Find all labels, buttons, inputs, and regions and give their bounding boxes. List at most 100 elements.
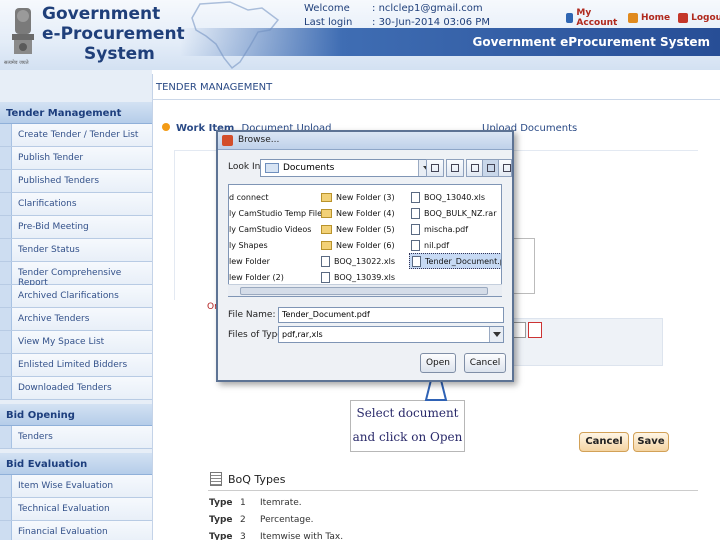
cancel-button[interactable]: Cancel — [579, 432, 629, 452]
chevron-down-icon[interactable] — [489, 327, 503, 342]
list-item[interactable]: BOQ_13040.xls — [409, 189, 501, 205]
boq-title-label: BoQ Types — [228, 472, 286, 486]
details-view-button[interactable] — [498, 159, 512, 177]
callout-line2: and click on Open — [352, 430, 463, 444]
up-folder-button[interactable] — [426, 159, 444, 177]
sidebar-item-enlisted-bidders[interactable]: Enlisted Limited Bidders — [0, 354, 152, 377]
home-icon — [627, 13, 638, 23]
boq-type-num: 1 — [240, 498, 246, 508]
list-item-selected[interactable]: Tender_Document.pdf — [409, 253, 501, 269]
item-label: BOQ_BULK_NZ.rar — [424, 208, 497, 218]
home-label: Home — [640, 13, 671, 23]
sidebar-item-archived-clarifications[interactable]: Archived Clarifications — [0, 285, 152, 308]
home-folder-button[interactable] — [446, 159, 464, 177]
list-item[interactable]: New Folder (4) — [319, 205, 397, 221]
boq-type-desc: Percentage. — [260, 515, 314, 525]
my-account-link[interactable]: My Account — [566, 8, 620, 28]
horizontal-scrollbar[interactable] — [228, 284, 502, 296]
dialog-cancel-button[interactable]: Cancel — [464, 353, 506, 373]
list-item[interactable]: ly CamStudio Temp Files — [229, 205, 328, 221]
sidebar-section-bid-opening: Bid Opening — [0, 404, 152, 426]
list-item[interactable]: mischa.pdf — [409, 221, 501, 237]
sidebar-section-bid-evaluation: Bid Evaluation — [0, 453, 152, 475]
sidebar-item-tenders[interactable]: Tenders — [0, 426, 152, 449]
welcome-label: Welcome — [304, 3, 350, 14]
list-item[interactable]: BOQ_13039.xls — [319, 269, 397, 285]
item-label: BOQ_13039.xls — [334, 272, 396, 282]
boq-type-label: Type — [209, 532, 233, 540]
brand-title: Government e-Procurement System — [42, 4, 185, 64]
list-item[interactable]: lew Folder (2) — [229, 269, 328, 285]
top-links: My Account Home Logout — [566, 8, 720, 28]
lookin-label: Look In: — [228, 162, 264, 172]
list-item[interactable]: New Folder (6) — [319, 237, 397, 253]
sidebar-section-tender-management: Tender Management — [0, 102, 152, 124]
user-icon — [566, 13, 574, 23]
filetype-value: pdf,rar,xls — [282, 330, 323, 339]
filename-input[interactable]: Tender_Document.pdf — [278, 307, 504, 323]
file-list: d connect ly CamStudio Temp Files ly Cam… — [228, 184, 502, 297]
dialog-title-bar[interactable]: Browse... — [218, 132, 512, 150]
list-item[interactable]: lew Folder — [229, 253, 328, 269]
logout-link[interactable]: Logout — [678, 8, 720, 28]
sidebar-item-published-tenders[interactable]: Published Tenders — [0, 170, 152, 193]
item-label: BOQ_13022.xls — [334, 256, 396, 266]
scroll-thumb[interactable] — [240, 287, 488, 295]
lookin-select[interactable]: Documents — [260, 159, 435, 177]
item-label: ly CamStudio Temp Files — [229, 208, 327, 218]
list-item[interactable]: New Folder (5) — [319, 221, 397, 237]
list-item[interactable]: New Folder (3) — [319, 189, 397, 205]
home-folder-icon — [451, 164, 459, 172]
brand-line2: e-Procurement — [42, 24, 185, 44]
save-button[interactable]: Save — [633, 432, 669, 452]
list-item[interactable]: d connect — [229, 189, 328, 205]
sidebar-item-tender-status[interactable]: Tender Status — [0, 239, 152, 262]
file-column-3: BOQ_13040.xls BOQ_BULK_NZ.rar mischa.pdf… — [409, 189, 501, 269]
sidebar-item-technical-evaluation[interactable]: Technical Evaluation — [0, 498, 152, 521]
list-item[interactable]: BOQ_BULK_NZ.rar — [409, 205, 501, 221]
callout-line1: Select document — [356, 406, 459, 420]
brand-line1: Government — [42, 4, 161, 24]
list-item[interactable]: ly Shapes — [229, 237, 328, 253]
emblem-text: सत्यमेव जयते — [4, 60, 29, 66]
folder-icon — [321, 208, 332, 218]
boq-type-num: 3 — [240, 532, 246, 540]
file-icon — [321, 255, 330, 267]
national-emblem-icon — [12, 8, 34, 54]
sidebar-item-pre-bid-meeting[interactable]: Pre-Bid Meeting — [0, 216, 152, 239]
sidebar-item-create-tender[interactable]: Create Tender / Tender List — [0, 124, 152, 147]
file-icon — [411, 223, 420, 235]
sidebar-item-downloaded-tenders[interactable]: Downloaded Tenders — [0, 377, 152, 400]
up-folder-icon — [431, 164, 439, 172]
sidebar-item-my-space-list[interactable]: View My Space List — [0, 331, 152, 354]
lastlogin-value: 30-Jun-2014 03:06 PM — [378, 17, 490, 28]
brand-line3: System — [84, 44, 155, 64]
list-item[interactable]: nil.pdf — [409, 237, 501, 253]
sidebar-item-publish-tender[interactable]: Publish Tender — [0, 147, 152, 170]
sidebar-item-item-wise-evaluation[interactable]: Item Wise Evaluation — [0, 475, 152, 498]
file-icon — [321, 271, 330, 283]
sidebar-item-archive-tenders[interactable]: Archive Tenders — [0, 308, 152, 331]
item-label: New Folder (3) — [336, 192, 395, 202]
arrow-bullet-icon — [162, 123, 170, 131]
browse-dialog: Browse... Look In: Documents d connect l… — [216, 130, 514, 382]
list-item[interactable]: BOQ_13022.xls — [319, 253, 397, 269]
header: सत्यमेव जयते Government e-Procurement Sy… — [0, 0, 720, 70]
details-view-icon — [503, 164, 511, 172]
logout-label: Logout — [691, 13, 720, 23]
lookin-value: Documents — [283, 163, 335, 173]
sidebar-item-comprehensive-report[interactable]: Tender Comprehensive Report — [0, 262, 152, 288]
sidebar-item-clarifications[interactable]: Clarifications — [0, 193, 152, 216]
browse-icon[interactable] — [512, 322, 526, 338]
boq-type-num: 2 — [240, 515, 246, 525]
boq-type-label: Type — [209, 515, 233, 525]
home-link[interactable]: Home — [627, 8, 671, 28]
boq-row: Type 2 Percentage. — [209, 515, 314, 525]
sidebar-item-financial-evaluation[interactable]: Financial Evaluation — [0, 521, 152, 540]
filetype-select[interactable]: pdf,rar,xls — [278, 326, 504, 343]
pdf-icon — [528, 322, 542, 338]
file-icon — [411, 191, 420, 203]
content-divider — [152, 74, 153, 540]
open-button[interactable]: Open — [420, 353, 456, 373]
list-item[interactable]: ly CamStudio Videos — [229, 221, 328, 237]
